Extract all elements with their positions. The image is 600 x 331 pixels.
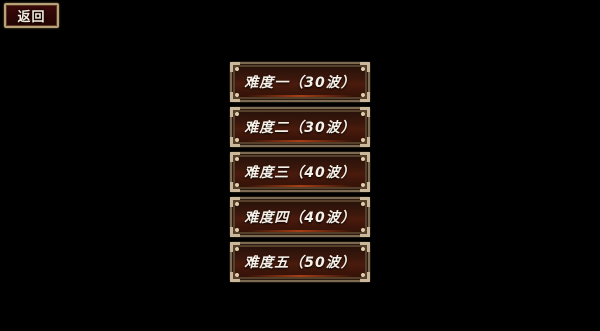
frame-corner-ornament [360, 242, 370, 252]
frame-corner-ornament [360, 152, 370, 162]
frame-corner-ornament [230, 137, 240, 147]
frame-corner-ornament [230, 62, 240, 72]
difficulty-label: 难度二（30波） [244, 120, 356, 136]
frame-corner-ornament [360, 227, 370, 237]
frame-corner-ornament [230, 152, 240, 162]
back-button-label: 返回 [17, 10, 46, 25]
frame-corner-ornament [230, 182, 240, 192]
difficulty-label: 难度五（50波） [244, 255, 356, 271]
frame-corner-ornament [230, 197, 240, 207]
difficulty-list: 难度一（30波） 难度二（30波） 难度三（40波） 难度四（40波） 难度五（… [230, 62, 370, 282]
frame-corner-ornament [230, 227, 240, 237]
difficulty-label: 难度三（40波） [244, 165, 356, 181]
difficulty-label: 难度四（40波） [244, 210, 356, 226]
difficulty-label: 难度一（30波） [244, 75, 356, 91]
frame-corner-ornament [360, 107, 370, 117]
frame-corner-ornament [230, 272, 240, 282]
frame-corner-ornament [230, 92, 240, 102]
frame-corner-ornament [360, 62, 370, 72]
frame-corner-ornament [230, 242, 240, 252]
frame-corner-ornament [360, 197, 370, 207]
frame-corner-ornament [360, 92, 370, 102]
game-screen: 返回 难度一（30波） 难度二（30波） 难度三（40波） 难度四（40波） 难… [0, 0, 600, 331]
frame-corner-ornament [360, 137, 370, 147]
difficulty-button-1[interactable]: 难度一（30波） [230, 62, 370, 102]
back-button[interactable]: 返回 [4, 3, 59, 28]
frame-corner-ornament [230, 107, 240, 117]
frame-corner-ornament [360, 182, 370, 192]
difficulty-button-3[interactable]: 难度三（40波） [230, 152, 370, 192]
difficulty-button-5[interactable]: 难度五（50波） [230, 242, 370, 282]
frame-corner-ornament [360, 272, 370, 282]
difficulty-button-4[interactable]: 难度四（40波） [230, 197, 370, 237]
difficulty-button-2[interactable]: 难度二（30波） [230, 107, 370, 147]
